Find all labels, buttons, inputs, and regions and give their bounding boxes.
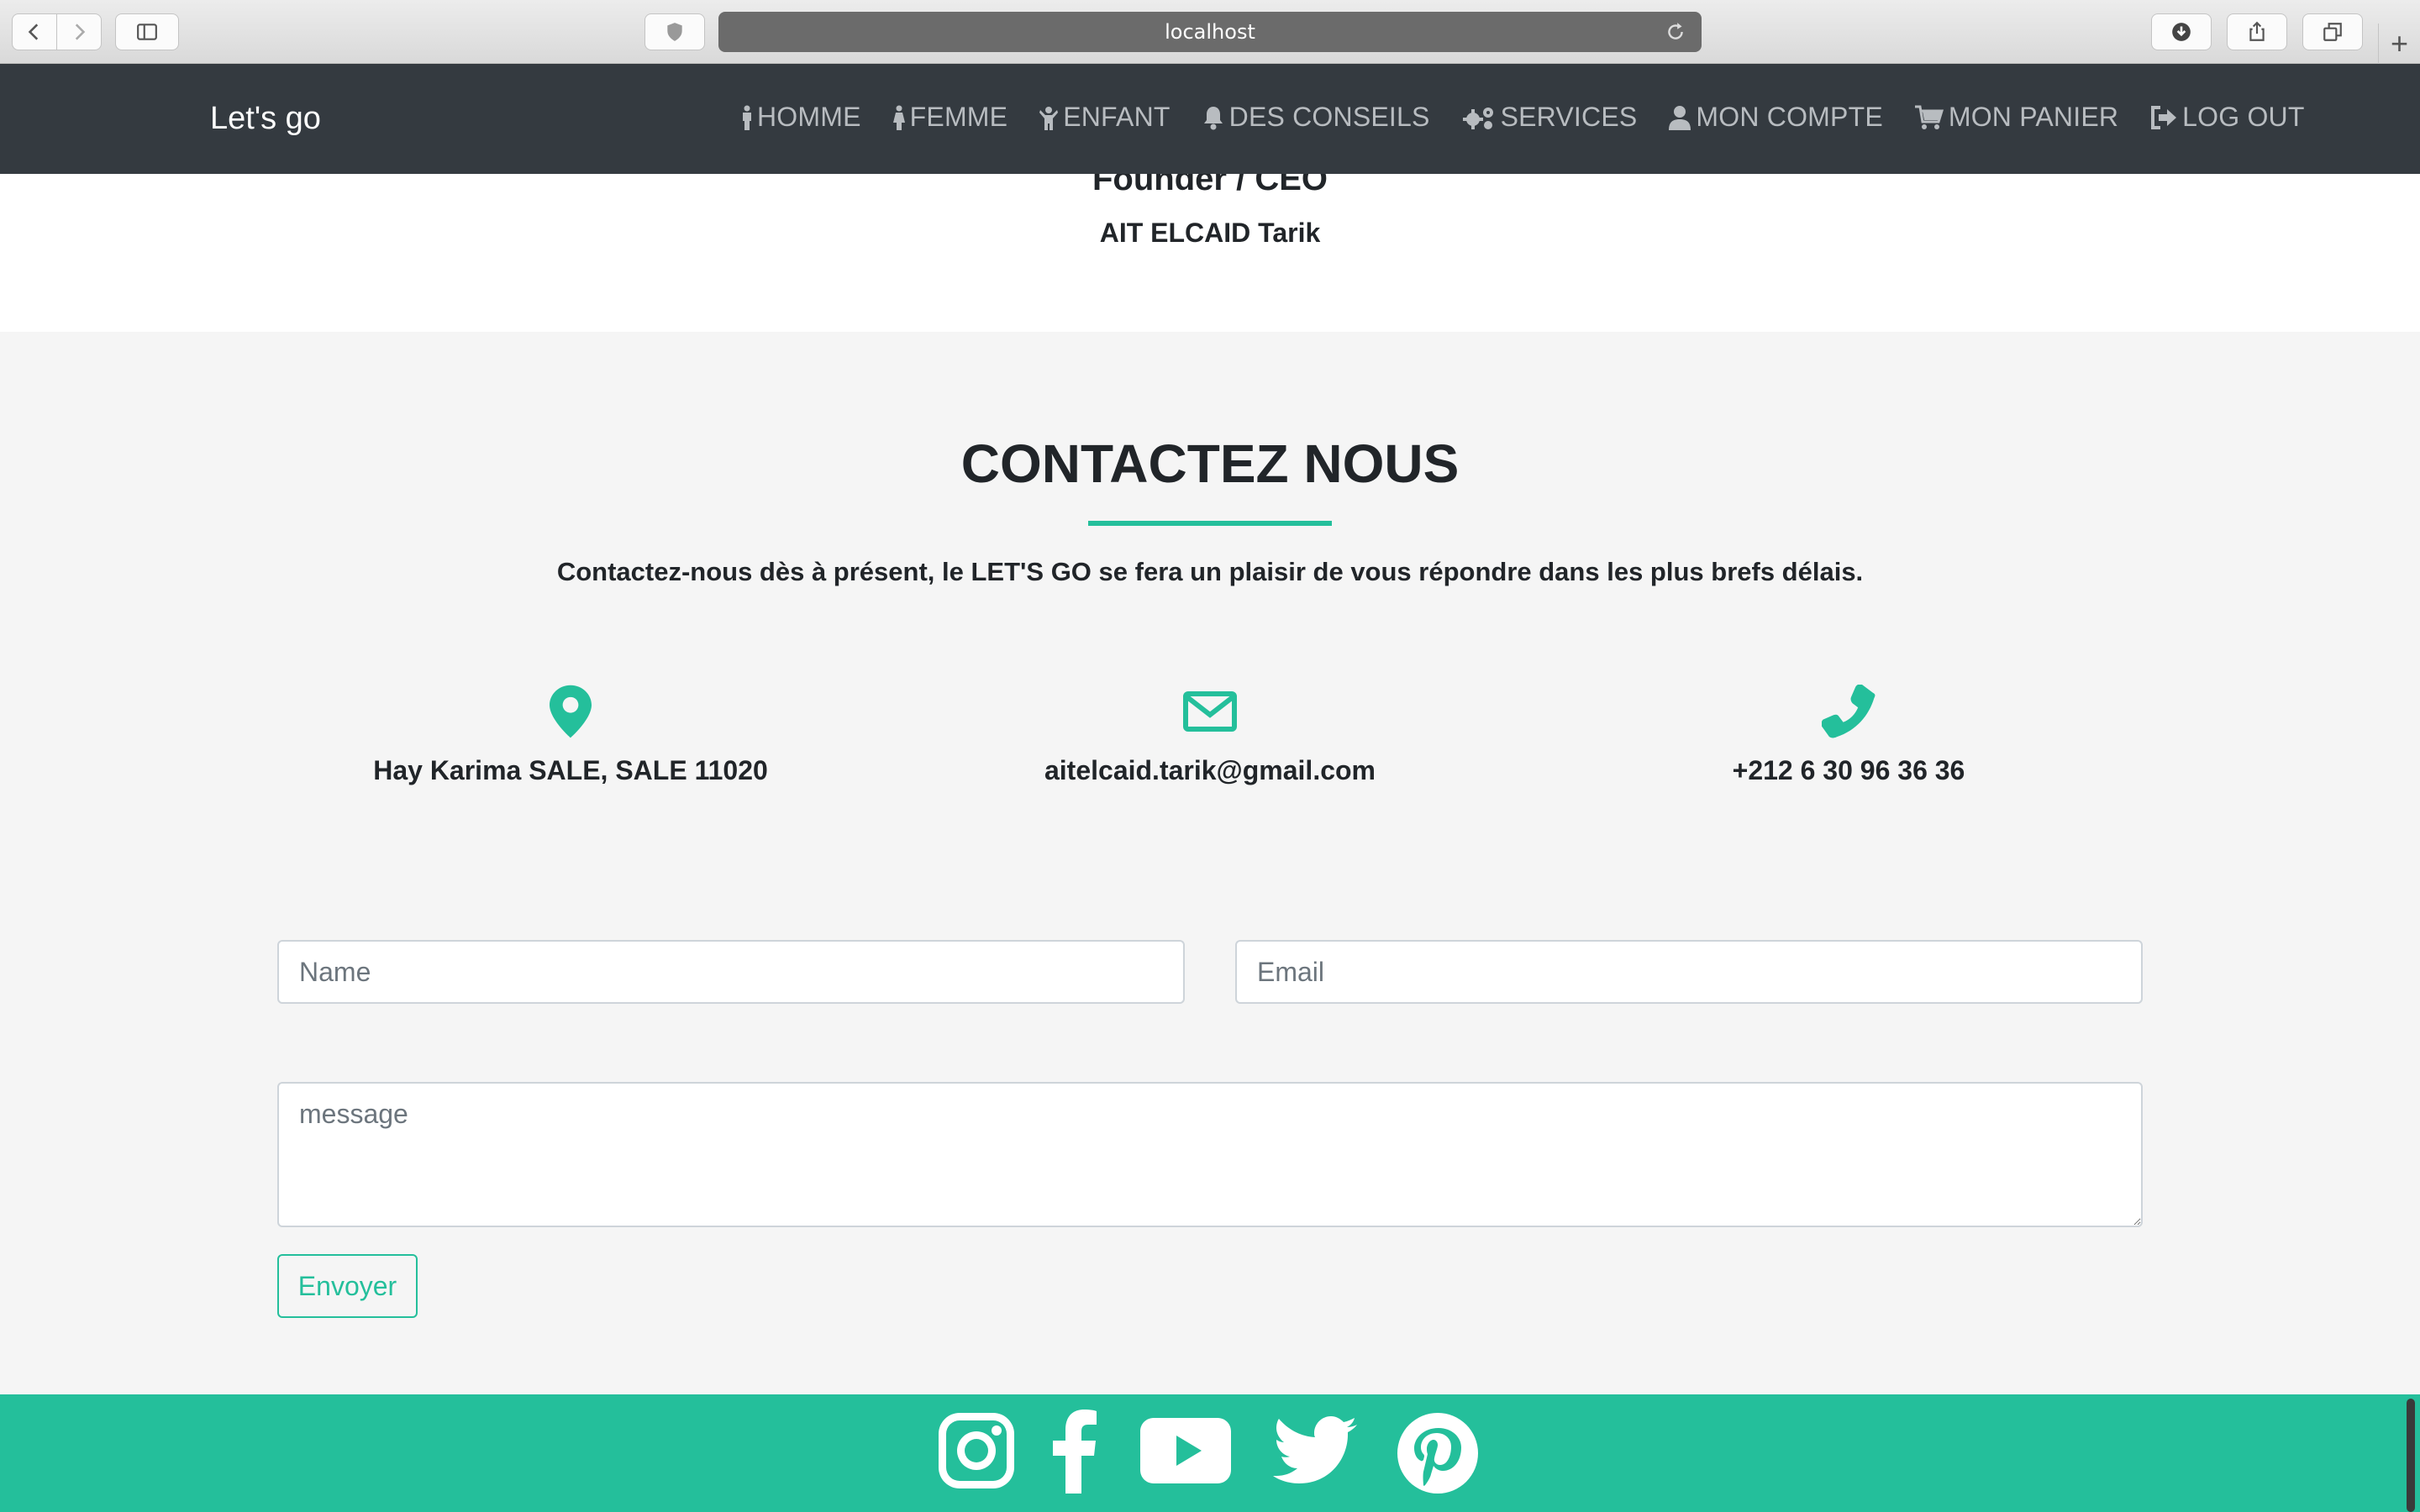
url-text: localhost xyxy=(1165,20,1255,44)
back-icon xyxy=(28,24,39,40)
bell-icon xyxy=(1203,106,1223,129)
nav-label: ENFANT xyxy=(1063,102,1171,132)
woman-icon xyxy=(892,105,905,130)
envelope-icon xyxy=(1183,691,1237,732)
twitter-icon xyxy=(1273,1416,1357,1483)
sidebar-button[interactable] xyxy=(115,13,179,50)
man-icon xyxy=(743,105,751,130)
nav-item-mon-panier[interactable]: MON PANIER xyxy=(1914,102,2119,133)
nav-item-femme[interactable]: FEMME xyxy=(892,102,1008,133)
message-textarea[interactable] xyxy=(277,1082,2143,1227)
sidebar-icon xyxy=(137,24,157,40)
download-icon xyxy=(2172,23,2191,41)
nav-label: HOMME xyxy=(757,102,861,132)
scrollbar-thumb[interactable] xyxy=(2407,1399,2415,1512)
email-input[interactable] xyxy=(1235,940,2143,1004)
instagram-icon xyxy=(939,1413,1014,1488)
contact-section: CONTACTEZ NOUS Contactez-nous dès à prés… xyxy=(0,332,2420,1394)
nav-label: LOG OUT xyxy=(2182,102,2305,132)
browser-toolbar: localhost + xyxy=(0,0,2420,64)
brand-logo[interactable]: Let's go xyxy=(210,101,321,137)
nav-item-homme[interactable]: HOMME xyxy=(742,102,861,133)
navbar: Let's go HOMME FEMME ENFANT DES CONSEILS… xyxy=(0,64,2420,174)
name-input[interactable] xyxy=(277,940,1185,1004)
forward-button[interactable] xyxy=(56,13,102,50)
pinterest-link[interactable] xyxy=(1397,1413,1478,1494)
share-button[interactable] xyxy=(2227,13,2287,50)
nav-item-des-conseils[interactable]: DES CONSEILS xyxy=(1202,102,1430,133)
email-text[interactable]: aitelcaid.tarik@gmail.com xyxy=(916,755,1504,786)
contact-address: Hay Karima SALE, SALE 11020 xyxy=(276,685,865,786)
logout-icon xyxy=(2151,105,2177,129)
phone-icon xyxy=(1822,685,1876,738)
downloads-button[interactable] xyxy=(2151,13,2212,50)
plus-icon: + xyxy=(2390,26,2409,60)
nav-menu: HOMME FEMME ENFANT DES CONSEILS SERVICES… xyxy=(742,102,2305,133)
forward-icon xyxy=(75,24,86,40)
nav-label: FEMME xyxy=(909,102,1008,132)
nav-label: SERVICES xyxy=(1500,102,1638,132)
contact-email: aitelcaid.tarik@gmail.com xyxy=(916,685,1504,786)
map-marker-icon xyxy=(550,685,592,738)
new-tab-button[interactable]: + xyxy=(2378,24,2420,64)
title-underline xyxy=(1088,521,1332,526)
contact-phone: +212 6 30 96 36 36 xyxy=(1555,685,2143,786)
nav-label: MON PANIER xyxy=(1948,102,2119,132)
address-bar[interactable]: localhost xyxy=(718,12,1702,52)
reload-icon[interactable] xyxy=(1665,21,1686,43)
twitter-link[interactable] xyxy=(1273,1416,1357,1485)
send-button[interactable]: Envoyer xyxy=(277,1254,418,1318)
user-icon xyxy=(1669,105,1691,130)
founder-section: Founder / CEO AIT ELCAID Tarik xyxy=(0,160,2420,332)
contact-title: CONTACTEZ NOUS xyxy=(960,433,1460,494)
shield-icon xyxy=(667,23,682,41)
nav-label: MON COMPTE xyxy=(1696,102,1883,132)
nav-item-enfant[interactable]: ENFANT xyxy=(1039,102,1170,133)
address-text: Hay Karima SALE, SALE 11020 xyxy=(373,755,768,785)
share-icon xyxy=(2249,21,2265,41)
nav-item-services[interactable]: SERVICES xyxy=(1462,102,1638,133)
gears-icon xyxy=(1462,107,1493,129)
youtube-link[interactable] xyxy=(1140,1418,1231,1483)
youtube-icon xyxy=(1140,1418,1231,1483)
nav-item-log-out[interactable]: LOG OUT xyxy=(2150,102,2304,133)
tabs-button[interactable] xyxy=(2302,13,2363,50)
child-icon xyxy=(1039,106,1059,130)
phone-text[interactable]: +212 6 30 96 36 36 xyxy=(1555,755,2143,786)
contact-subtitle: Contactez-nous dès à présent, le LET'S G… xyxy=(556,557,1864,586)
tabs-icon xyxy=(2323,23,2342,41)
footer xyxy=(0,1394,2420,1512)
back-button[interactable] xyxy=(12,13,57,50)
facebook-icon xyxy=(1053,1410,1097,1494)
nav-item-mon-compte[interactable]: MON COMPTE xyxy=(1669,102,1883,133)
privacy-button[interactable] xyxy=(644,13,705,50)
cart-icon xyxy=(1914,105,1944,129)
nav-label: DES CONSEILS xyxy=(1228,102,1430,132)
pinterest-icon xyxy=(1397,1413,1478,1494)
instagram-link[interactable] xyxy=(939,1413,1014,1488)
founder-name: AIT ELCAID Tarik xyxy=(1099,218,1321,248)
facebook-link[interactable] xyxy=(1053,1410,1097,1494)
